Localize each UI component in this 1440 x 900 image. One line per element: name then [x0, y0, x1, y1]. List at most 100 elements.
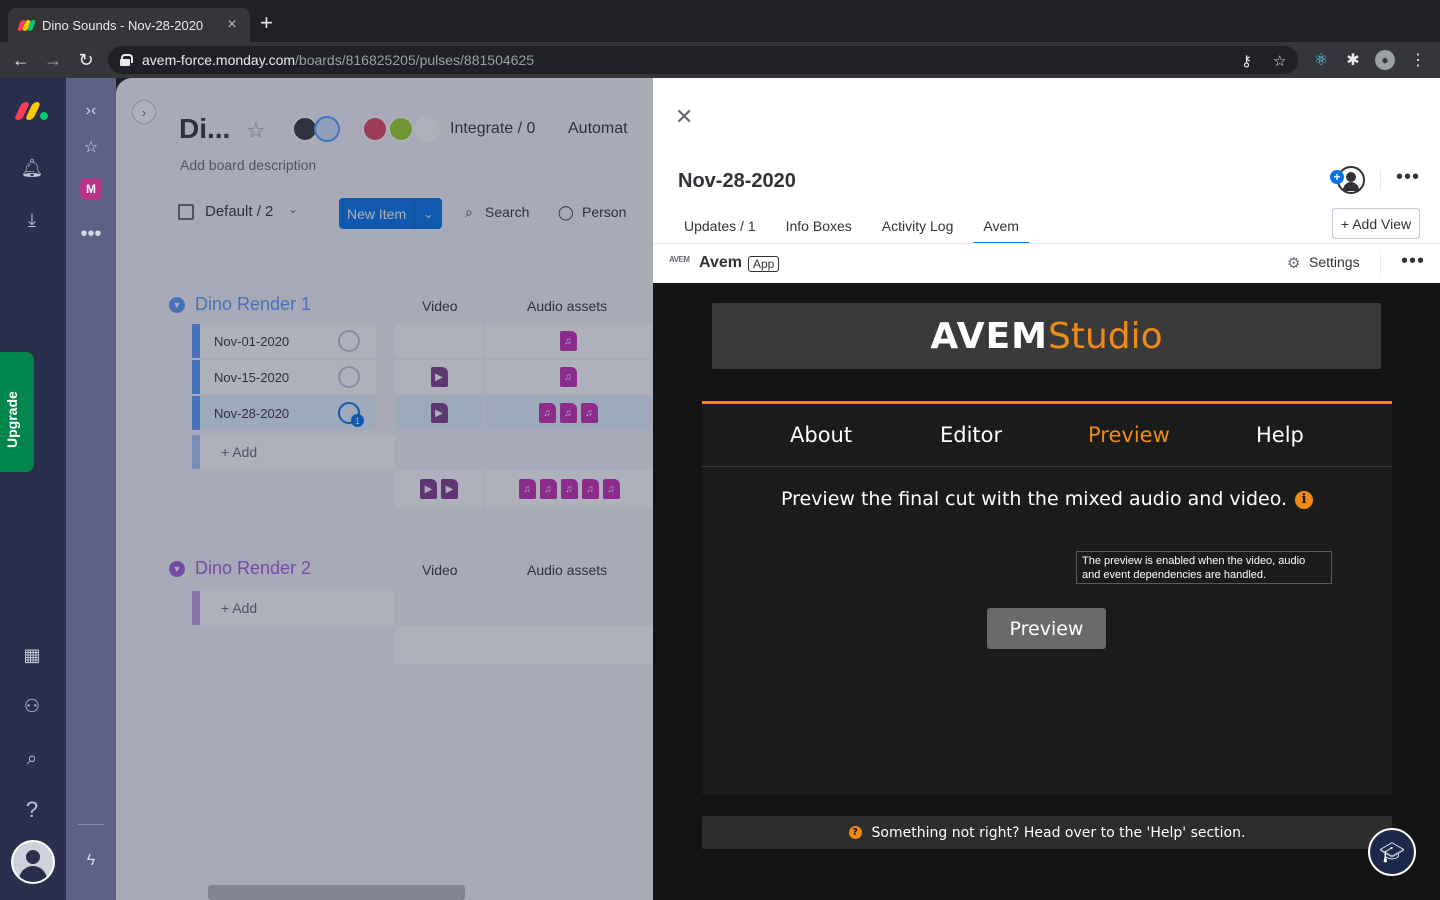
audio-file-icon[interactable]: ♫ [559, 403, 577, 423]
info-icon[interactable]: i [1295, 491, 1314, 509]
add-item-row[interactable]: + Add [192, 435, 653, 469]
updates-count: 1 [351, 414, 364, 427]
settings-button[interactable]: Settings [1309, 254, 1360, 270]
extensions-icon[interactable]: ✱ [1343, 50, 1363, 70]
view-selector[interactable]: Default / 2 [205, 203, 273, 220]
column-header-audio-assets[interactable]: Audio assets [527, 562, 607, 578]
nav-about[interactable]: About [790, 423, 852, 447]
gear-icon[interactable]: ⚙ [1287, 254, 1300, 272]
address-bar[interactable]: avem-force.monday.com/boards/816825205/p… [108, 46, 1298, 74]
automate-button[interactable]: Automat [568, 120, 628, 138]
nav-help[interactable]: Help [1256, 423, 1304, 447]
bookmark-star-icon[interactable]: ☆ [1273, 52, 1286, 70]
app-menu-dots-icon[interactable]: ••• [1401, 250, 1425, 273]
monday-logo[interactable] [13, 100, 50, 120]
back-icon[interactable]: ← [9, 48, 33, 72]
add-item-input[interactable]: + Add [200, 435, 395, 469]
horizontal-scrollbar[interactable] [208, 885, 465, 900]
help-icon[interactable]: ? [20, 797, 44, 822]
user-avatar[interactable] [11, 840, 55, 884]
add-subscriber-icon[interactable]: + [1330, 170, 1344, 184]
search-button[interactable]: Search [485, 204, 529, 220]
video-cell[interactable] [395, 324, 483, 358]
updates-chat-icon[interactable] [338, 366, 360, 388]
audio-file-icon[interactable]: ♫ [559, 367, 577, 387]
nav-editor[interactable]: Editor [940, 423, 1002, 447]
inbox-download-icon[interactable]: ⤓ [20, 208, 44, 232]
group-collapse-icon[interactable]: ▼ [169, 561, 185, 577]
gmail-integration-icon [414, 116, 440, 142]
workspace-avatar[interactable]: M [80, 178, 102, 200]
key-icon[interactable]: ⚷ [1241, 52, 1252, 70]
search-icon[interactable]: ⌕ [20, 746, 44, 770]
add-view-button[interactable]: + Add View [1332, 208, 1420, 239]
group-title[interactable]: Dino Render 2 [195, 558, 311, 579]
tab-activity-log[interactable]: Activity Log [872, 208, 964, 244]
react-devtools-icon[interactable]: ⚛ [1311, 50, 1331, 70]
help-banner[interactable]: ? Something not right? Head over to the … [702, 816, 1392, 849]
chevron-down-icon[interactable]: ⌄ [414, 198, 442, 229]
divider [1380, 170, 1381, 190]
close-tab-icon[interactable]: × [224, 16, 240, 34]
notifications-bell-icon[interactable]: 🔔︎ [20, 156, 44, 180]
tab-updates[interactable]: Updates / 1 [674, 208, 766, 244]
column-header-video[interactable]: Video [422, 298, 458, 314]
video-file-icon[interactable]: ▶ [430, 403, 448, 423]
collapse-workspace-icon[interactable]: ›‹ [80, 100, 102, 122]
board-title[interactable]: Di... [179, 113, 230, 145]
forward-icon[interactable]: → [41, 48, 65, 72]
video-cell[interactable]: ▶ [395, 360, 483, 394]
item-title[interactable]: Nov-28-2020 [678, 170, 796, 193]
video-file-icon[interactable]: ▶ [430, 367, 448, 387]
reload-icon[interactable]: ↻ [74, 48, 98, 72]
column-header-audio-assets[interactable]: Audio assets [527, 298, 607, 314]
lightning-icon[interactable]: ϟ [80, 850, 102, 872]
integrate-button[interactable]: Integrate / 0 [450, 120, 535, 138]
browser-tab[interactable]: Dino Sounds - Nov-28-2020 × [8, 8, 250, 42]
invite-members-icon[interactable]: ⚇ [20, 694, 44, 718]
avem-app-logo: AVEM [669, 255, 690, 264]
audio-file-icon[interactable]: ♫ [580, 403, 598, 423]
add-item-row[interactable]: + Add [192, 591, 653, 625]
person-filter-button[interactable]: Person [582, 204, 626, 220]
audio-cell[interactable]: ♫ [485, 324, 651, 358]
board-subscribers-icon[interactable] [314, 116, 340, 142]
favorites-star-icon[interactable]: ☆ [80, 136, 102, 158]
audio-file-icon: ♫ [602, 479, 620, 499]
video-cell[interactable]: ▶ [395, 396, 483, 430]
chevron-down-icon[interactable]: ⌄ [288, 202, 298, 216]
profile-avatar-icon[interactable]: ● [1375, 50, 1395, 70]
upgrade-button[interactable]: Upgrade [0, 352, 34, 472]
graduation-cap-icon[interactable]: 🎓︎ [1368, 828, 1416, 876]
avem-studio-logo: AVEM Studio [712, 303, 1381, 369]
my-work-calendar-icon[interactable]: ▦ [20, 643, 44, 667]
audio-cell[interactable]: ♫ [485, 360, 651, 394]
browser-menu-icon[interactable]: ⋮ [1408, 50, 1428, 70]
board-description[interactable]: Add board description [180, 157, 316, 173]
more-dots-icon[interactable]: ••• [80, 223, 102, 245]
audio-file-icon[interactable]: ♫ [559, 331, 577, 351]
tab-info-boxes[interactable]: Info Boxes [776, 208, 862, 244]
nav-preview[interactable]: Preview [1088, 423, 1170, 447]
table-row[interactable]: Nov-28-2020 1 ▶ ♫ ♫ ♫ [192, 396, 653, 430]
expand-sidebar-icon[interactable]: › [132, 100, 156, 124]
item-menu-dots-icon[interactable]: ••• [1396, 166, 1420, 189]
group-title[interactable]: Dino Render 1 [195, 294, 311, 315]
preview-button[interactable]: Preview [987, 608, 1106, 649]
close-panel-icon[interactable]: ✕ [675, 104, 693, 130]
column-header-video[interactable]: Video [422, 562, 458, 578]
updates-chat-icon[interactable]: 1 [338, 402, 364, 427]
table-row[interactable]: Nov-15-2020 ▶ ♫ [192, 360, 653, 394]
updates-chat-icon[interactable] [338, 330, 360, 352]
audio-cell[interactable]: ♫ ♫ ♫ [485, 396, 651, 430]
table-row[interactable]: Nov-01-2020 ♫ [192, 324, 653, 358]
audio-summary: ♫ ♫ ♫ ♫ ♫ [485, 470, 653, 508]
preview-description-text: Preview the final cut with the mixed aud… [780, 488, 1288, 510]
audio-file-icon[interactable]: ♫ [538, 403, 556, 423]
new-item-button[interactable]: New Item ⌄ [339, 198, 442, 229]
tab-avem[interactable]: Avem [973, 208, 1029, 244]
group-collapse-icon[interactable]: ▼ [169, 297, 185, 313]
new-tab-icon[interactable]: + [260, 12, 273, 34]
add-item-input[interactable]: + Add [200, 591, 395, 625]
favorite-board-star-icon[interactable]: ☆ [246, 118, 266, 144]
